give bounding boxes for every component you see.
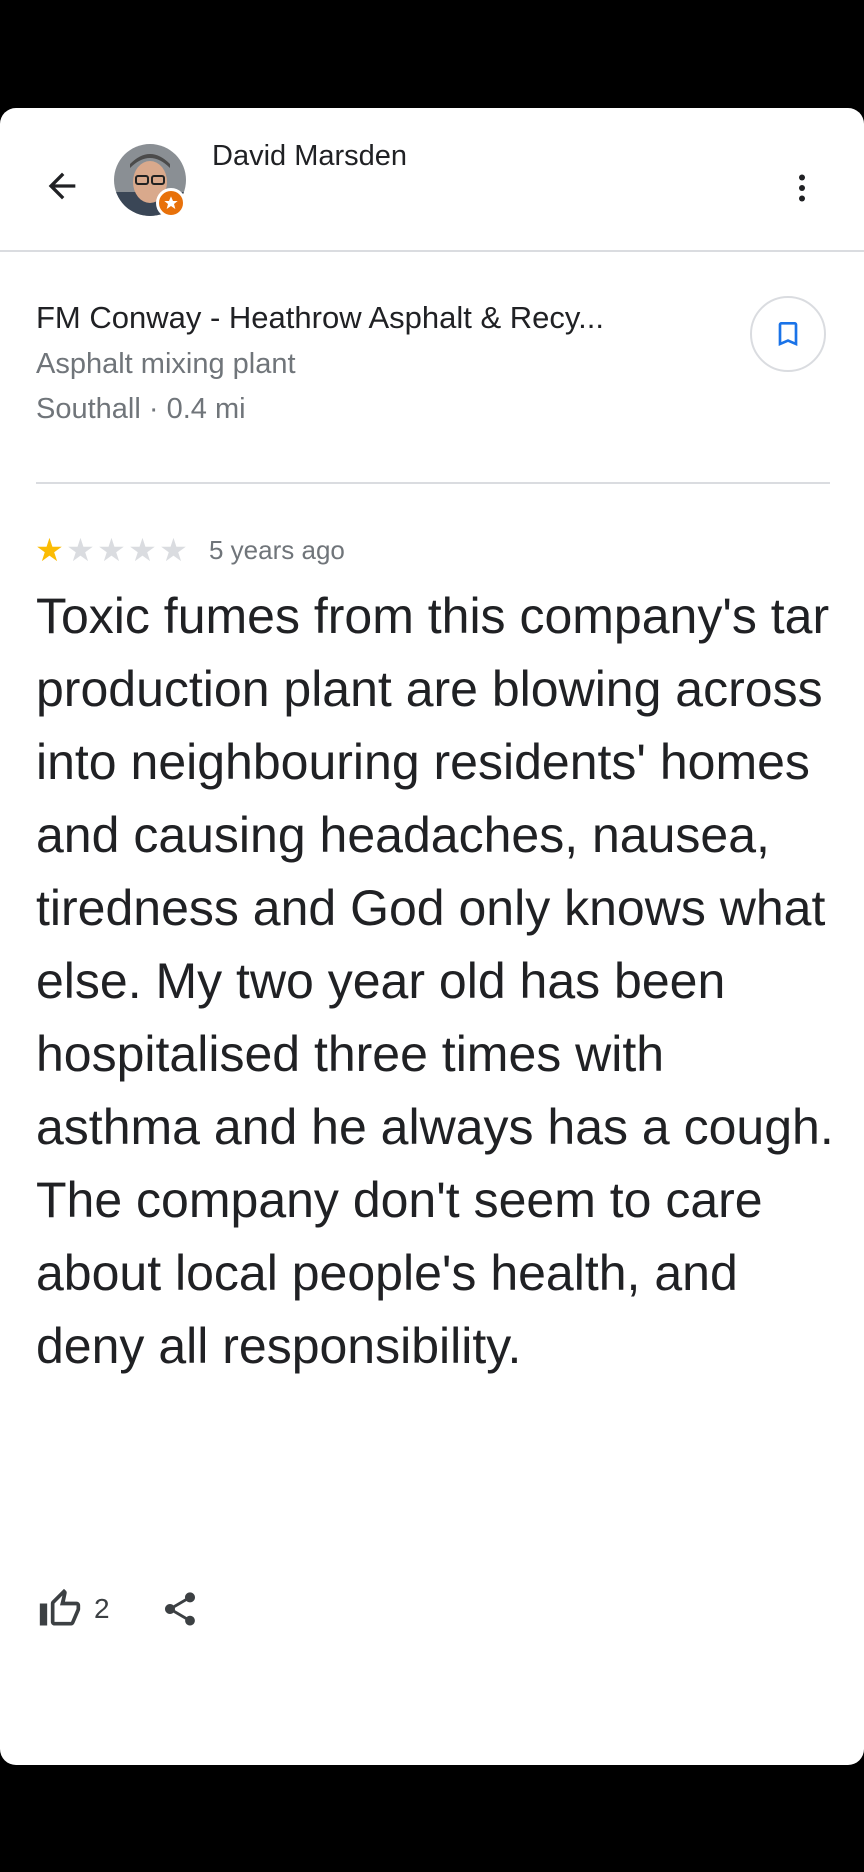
top-app-bar: David Marsden [0, 108, 864, 252]
review-actions: 2 [38, 1574, 200, 1644]
divider [36, 482, 830, 484]
star-empty-icon: ★ [66, 532, 95, 568]
user-name[interactable]: David Marsden [212, 140, 407, 173]
star-rating: ★ ★ ★ ★ ★ [34, 532, 189, 568]
more-vert-icon [799, 174, 805, 202]
more-options-button[interactable] [780, 158, 824, 218]
place-info[interactable]: FM Conway - Heathrow Asphalt & Recy... A… [36, 300, 676, 426]
like-button[interactable]: 2 [38, 1587, 110, 1631]
like-count: 2 [94, 1593, 110, 1624]
place-location: Southall · 0.4 mi [36, 393, 246, 425]
place-name: FM Conway - Heathrow Asphalt & Recy... [36, 300, 604, 335]
local-guide-star-icon [156, 188, 186, 218]
share-icon [164, 1592, 195, 1626]
place-category: Asphalt mixing plant [36, 348, 296, 380]
thumb-up-icon [39, 1588, 81, 1626]
review-date: 5 years ago [209, 534, 345, 565]
star-empty-icon: ★ [97, 532, 126, 568]
review-text: Toxic fumes from this company's tar prod… [36, 588, 834, 1374]
rating-row: ★ ★ ★ ★ ★ 5 years ago [34, 530, 345, 570]
back-button[interactable] [32, 156, 92, 216]
star-filled-icon: ★ [35, 532, 64, 568]
arrow-back-icon [48, 172, 76, 200]
review-sheet: David Marsden FM Conway - Heathrow Aspha… [0, 108, 864, 1765]
save-button[interactable] [750, 296, 826, 372]
star-empty-icon: ★ [128, 532, 157, 568]
bookmark-icon [778, 322, 798, 346]
star-empty-icon: ★ [159, 532, 188, 568]
share-button[interactable] [160, 1589, 200, 1629]
